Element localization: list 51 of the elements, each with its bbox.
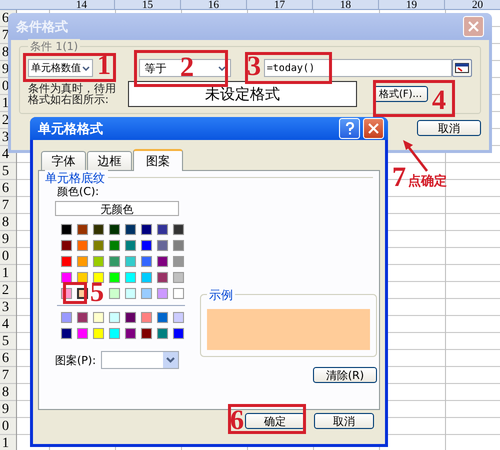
color-label: 颜色(C): <box>57 184 100 199</box>
row-header[interactable]: 2 <box>0 282 16 299</box>
step-number: 6 <box>230 408 244 434</box>
column-header[interactable]: 14 <box>49 0 115 9</box>
row-header[interactable]: 9 <box>0 231 16 248</box>
column-header[interactable]: 17 <box>247 0 313 9</box>
window-title: 条件格式 <box>16 18 68 36</box>
row-header[interactable]: 8 <box>0 214 16 231</box>
row-header[interactable]: 6 <box>0 180 16 197</box>
row-header[interactable]: 8 <box>0 384 16 401</box>
column-header[interactable]: 16 <box>181 0 247 9</box>
step-number: 4 <box>432 88 446 114</box>
row-header[interactable]: 7 <box>0 367 16 384</box>
tab[interactable]: 边框 <box>87 151 132 170</box>
formula-field[interactable]: =today() <box>264 59 452 77</box>
group-label: 单元格底纹 <box>45 170 108 187</box>
preview-caption: 条件为真时，待用格式如右图所示: <box>28 83 117 105</box>
row-header[interactable]: 7 <box>0 197 16 214</box>
pattern-label: 图案(P): <box>55 352 97 368</box>
step-number: 3 <box>247 54 261 80</box>
row-header[interactable]: 9 <box>0 401 16 418</box>
step-number: 5 <box>90 280 104 306</box>
row-header[interactable]: 3 <box>0 299 16 316</box>
row-header[interactable]: 5 <box>0 333 16 350</box>
format-preview: 未设定格式 <box>128 81 357 107</box>
step-number: 1 <box>97 53 111 79</box>
cancel-button[interactable]: 取消 <box>314 413 374 429</box>
group-label: 条件 1(1) <box>28 39 80 54</box>
column-header[interactable]: 20 <box>445 0 500 9</box>
no-color-button[interactable]: 无颜色 <box>55 201 179 216</box>
column-header[interactable]: 15 <box>115 0 181 9</box>
cancel-button[interactable]: 取消 <box>417 120 481 136</box>
row-header[interactable]: 0 <box>0 248 16 265</box>
row-header[interactable]: 6 <box>0 350 16 367</box>
row-header[interactable]: 1 <box>0 265 16 282</box>
clear-button[interactable]: 清除(R) <box>313 367 377 383</box>
tab[interactable]: 图案 <box>133 149 183 171</box>
ok-button[interactable]: 确定 <box>245 413 305 429</box>
row-header[interactable]: 1 <box>0 435 16 450</box>
sample-label: 示例 <box>207 287 235 304</box>
operand-dropdown[interactable]: 单元格数值 <box>28 59 94 77</box>
column-header[interactable]: 19 <box>379 0 445 9</box>
window-title: 单元格格式 <box>38 120 104 138</box>
format-button[interactable]: 格式(F)... <box>373 86 428 102</box>
row-header[interactable]: 0 <box>0 418 16 435</box>
step-number: 7 <box>392 165 406 191</box>
column-header[interactable]: 18 <box>313 0 379 9</box>
row-header[interactable]: 4 <box>0 316 16 333</box>
row-header[interactable]: 5 <box>0 163 16 180</box>
annotation-text: 点确定 <box>408 172 447 190</box>
tab[interactable]: 字体 <box>41 151 86 170</box>
